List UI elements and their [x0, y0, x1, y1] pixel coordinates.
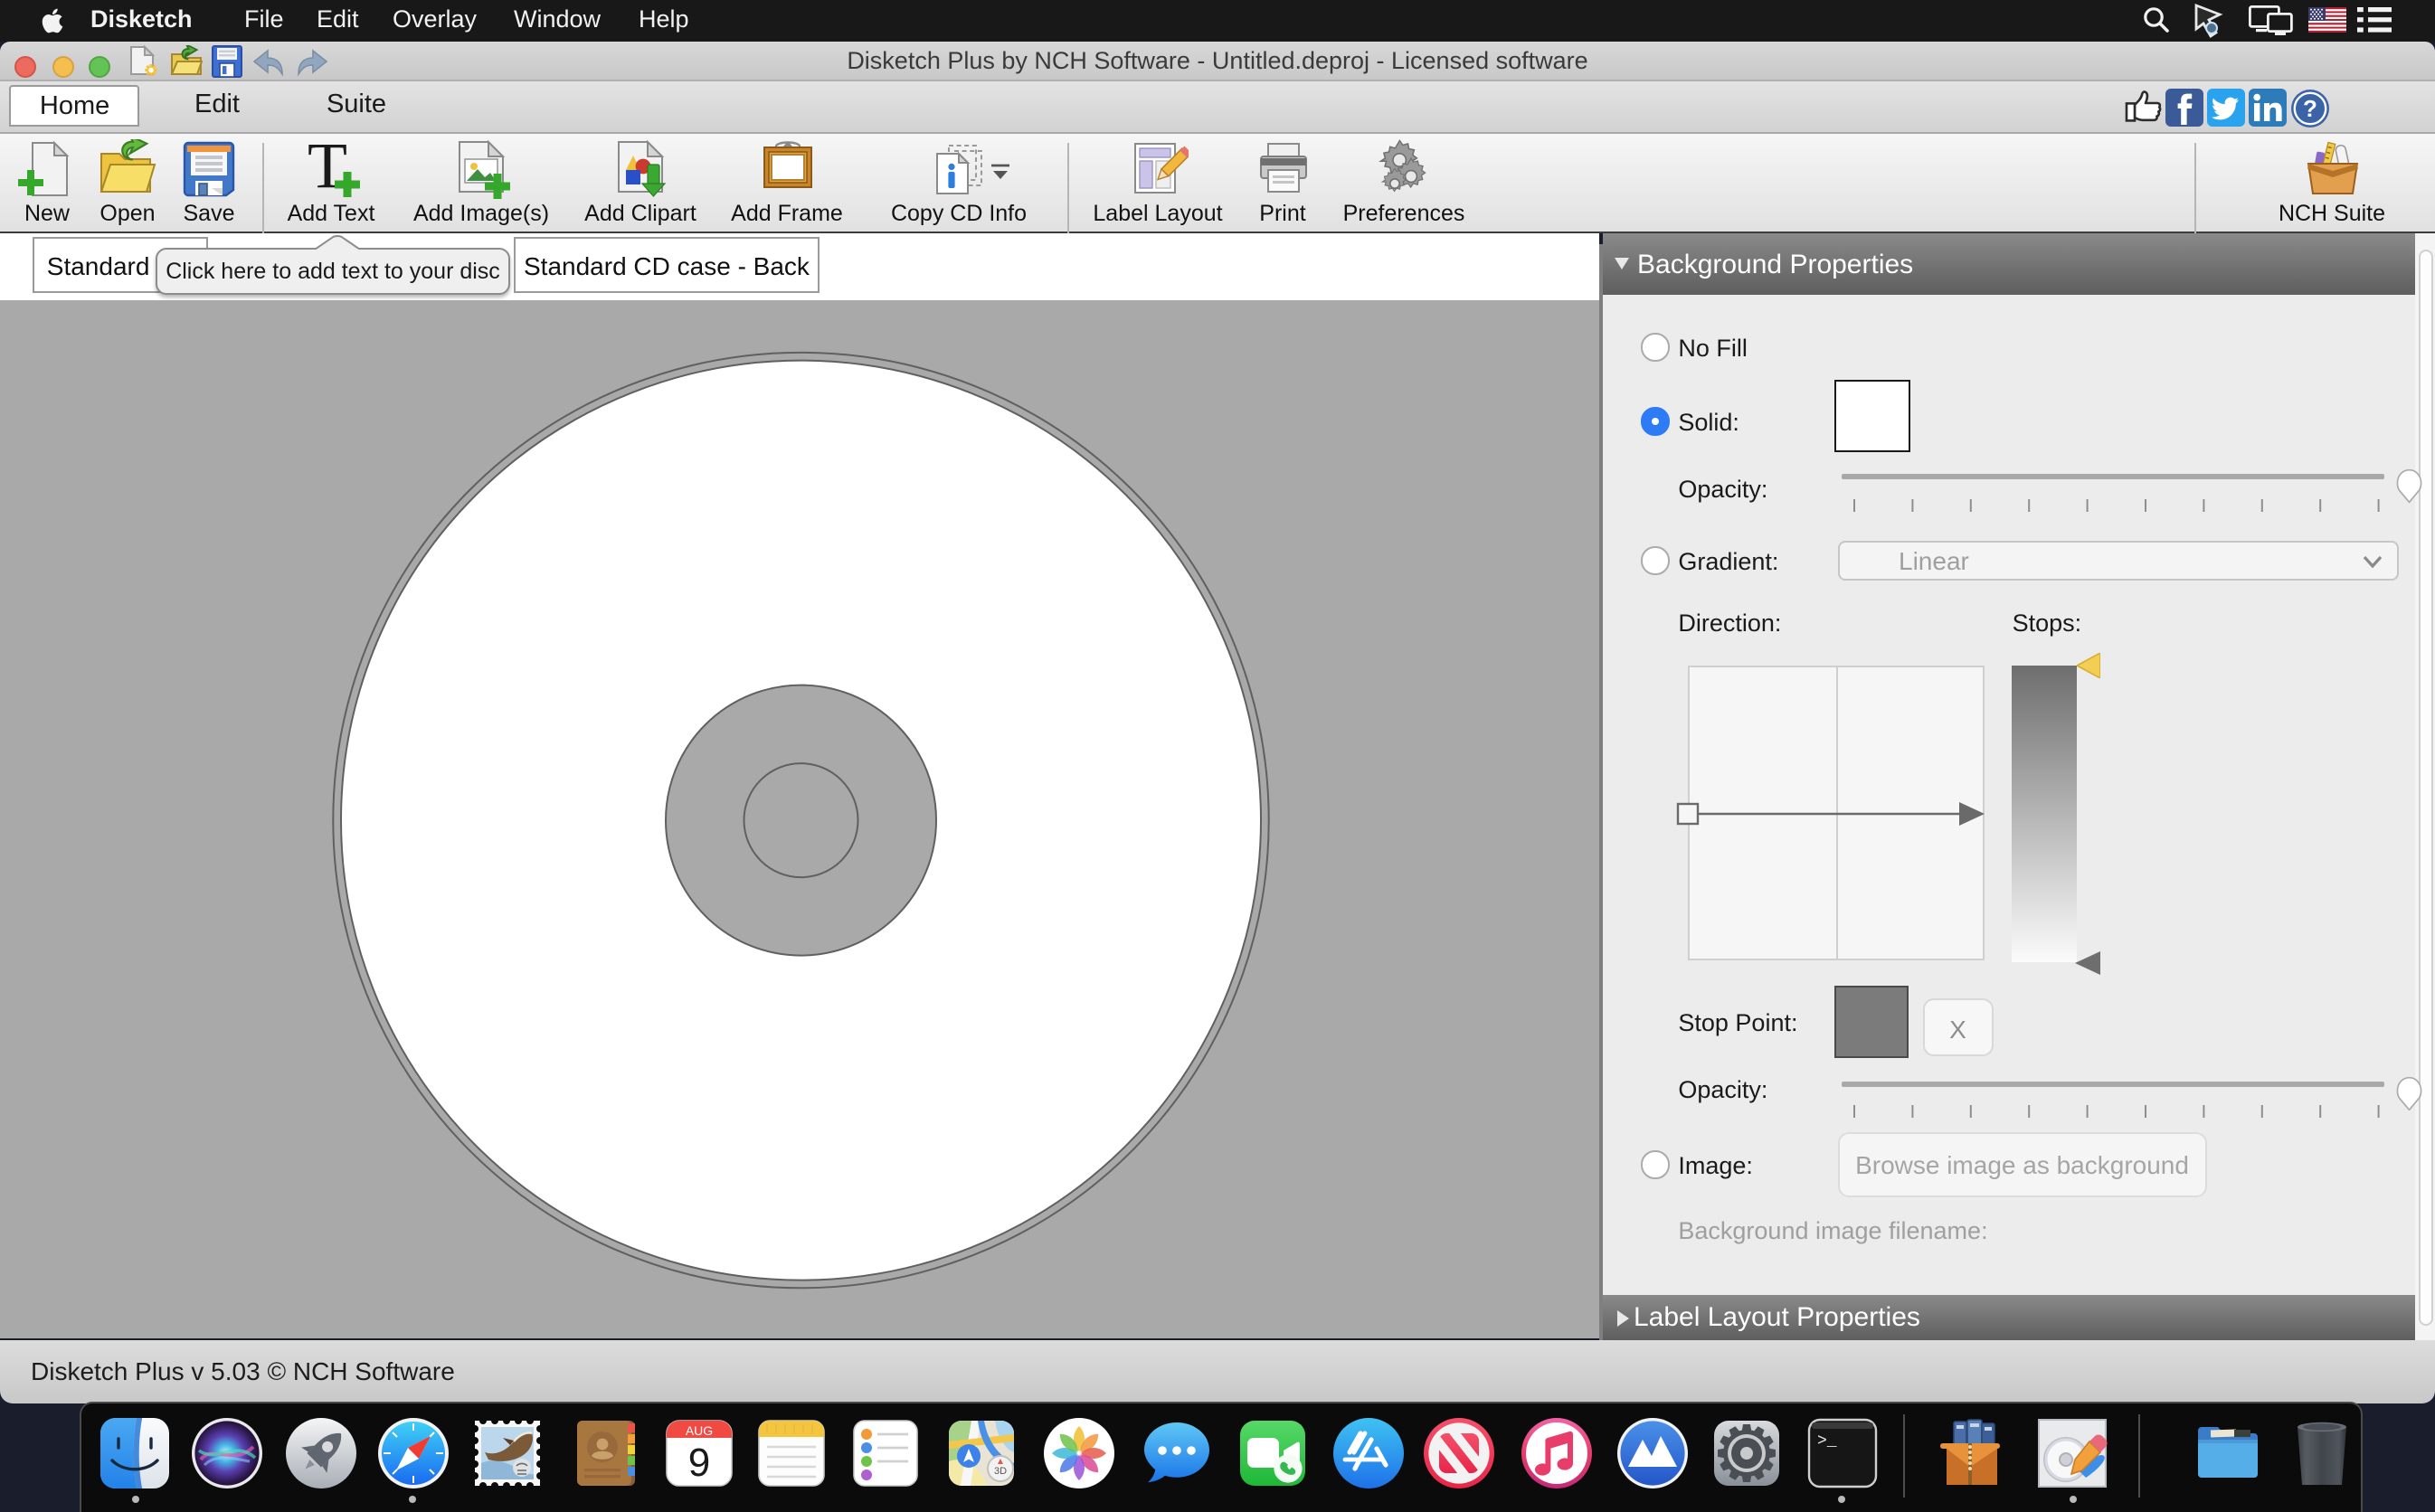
svg-text:9: 9 [688, 1440, 710, 1484]
svg-text:AUG: AUG [686, 1422, 713, 1437]
svg-text:3D: 3D [994, 1465, 1007, 1476]
svg-text:?: ? [2303, 94, 2317, 121]
svg-text:>_: >_ [1816, 1432, 1836, 1450]
svg-text:T: T [307, 139, 346, 199]
